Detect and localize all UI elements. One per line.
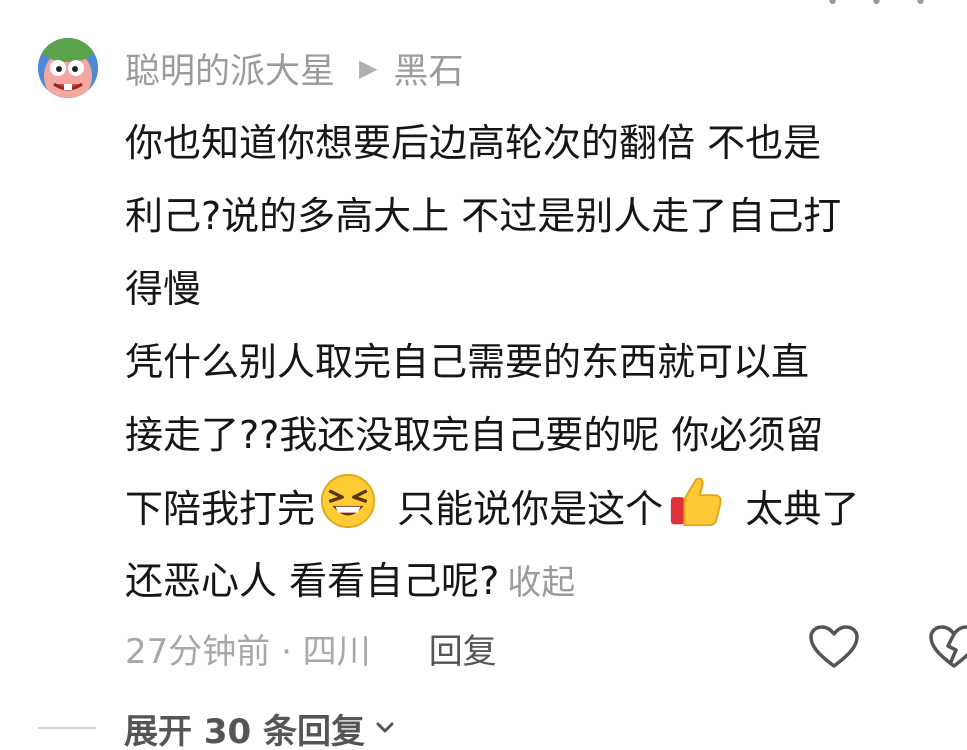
comment-text: 下陪我打完 [125, 487, 316, 531]
collapse-button[interactable]: 收起 [507, 563, 575, 603]
username[interactable]: 聪明的派大星 [125, 43, 335, 94]
comment-line: 凭什么别人取完自己需要的东西就可以直 [125, 340, 810, 384]
heart-outline-icon[interactable] [808, 624, 860, 670]
comment-line: 还恶心人 看看自己呢? 收起 [125, 545, 960, 618]
comment-header: 聪明的派大星 ▶ 黑石 [125, 40, 464, 96]
timestamp-location: 27分钟前 · 四川 [125, 631, 371, 672]
comment-line-emoji: 下陪我打完 只能说你是这个 太典了 [125, 472, 960, 545]
avatar[interactable] [38, 38, 98, 98]
comment-item: • • • 聪明的派大星 ▶ 黑石 你也知道你想要后边高轮次的翻倍 不也是 利己… [0, 0, 967, 750]
expand-replies[interactable]: 展开 30 条回复 [38, 700, 395, 750]
thumbs-up-emoji [670, 477, 722, 527]
comment-line: 利己?说的多高大上 不过是别人走了自己打 [125, 194, 842, 238]
grinning-squint-emoji [320, 473, 376, 529]
more-options-icon[interactable]: • • • [826, 0, 939, 15]
reply-to-username[interactable]: 黑石 [393, 43, 463, 94]
comment-text: 还恶心人 看看自己呢? [125, 559, 500, 603]
divider [38, 727, 96, 729]
comment-body: 你也知道你想要后边高轮次的翻倍 不也是 利己?说的多高大上 不过是别人走了自己打… [125, 107, 960, 618]
reply-button[interactable]: 回复 [429, 624, 497, 673]
comment-line: 接走了??我还没取完自己要的呢 你必须留 [125, 413, 824, 457]
expand-replies-label[interactable]: 展开 30 条回复 [124, 704, 365, 750]
chevron-down-icon [376, 722, 394, 733]
comment-text: 太典了 [733, 487, 860, 531]
comment-text: 只能说你是这个 [385, 487, 664, 531]
triangle-right-icon: ▶ [359, 54, 378, 82]
comment-meta: 27分钟前 · 四川 回复 [125, 620, 497, 676]
comment-line: 你也知道你想要后边高轮次的翻倍 不也是 [125, 121, 822, 165]
comment-line: 得慢 [125, 267, 202, 311]
broken-heart-icon[interactable] [928, 624, 967, 670]
